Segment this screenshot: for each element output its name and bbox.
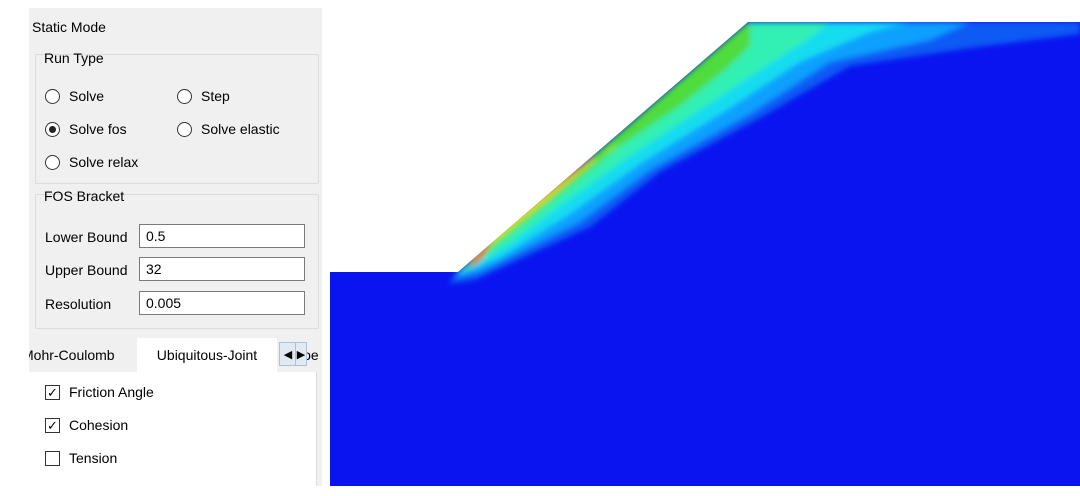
tab-mohr-coulomb-label: Mohr-Coulomb: [29, 347, 115, 363]
checkbox-tension[interactable]: Tension: [45, 450, 117, 466]
fos-bracket-title: FOS Bracket: [44, 188, 125, 204]
checkbox-cohesion[interactable]: ✓ Cohesion: [45, 417, 128, 433]
radio-step-label: Step: [201, 88, 230, 104]
upper-bound-label: Upper Bound: [45, 262, 128, 278]
model-tab-bar: Mohr-Coulomb Ubiquitous-Joint Hoek ◀ ▶: [29, 338, 322, 372]
friction-angle-label: Friction Angle: [69, 384, 154, 400]
checkmark-icon: ✓: [47, 417, 58, 433]
lower-bound-label: Lower Bound: [45, 229, 128, 245]
radio-solve-fos[interactable]: Solve fos: [45, 121, 127, 137]
radio-solve-indicator: [45, 88, 60, 104]
radio-solve[interactable]: Solve: [45, 88, 104, 104]
radio-solve-relax-label: Solve relax: [69, 154, 139, 170]
radio-solve-relax-indicator: [45, 154, 60, 170]
slope-contour-plot: [330, 22, 1080, 486]
radio-solve-fos-indicator: [45, 121, 60, 137]
cohesion-checkbox-box: ✓: [45, 417, 60, 433]
tension-label: Tension: [69, 450, 118, 466]
tab-ubiquitous-joint-label: Ubiquitous-Joint: [156, 347, 258, 363]
static-mode-panel: Static Mode Run Type Solve Step Solve fo…: [29, 8, 322, 486]
radio-solve-fos-label: Solve fos: [69, 121, 127, 137]
panel-title: Static Mode: [32, 19, 106, 35]
cohesion-label: Cohesion: [69, 417, 129, 433]
friction-angle-checkbox-box: ✓: [45, 384, 60, 400]
arrow-right-icon: ▶: [296, 348, 306, 361]
run-type-group: Run Type Solve Step Solve fos Solve elas…: [35, 50, 319, 184]
checkbox-friction-angle[interactable]: ✓ Friction Angle: [45, 384, 154, 400]
tension-checkbox-box: [45, 450, 60, 466]
checkmark-icon: ✓: [47, 384, 58, 400]
resolution-label: Resolution: [45, 296, 112, 312]
upper-bound-input[interactable]: [139, 257, 305, 281]
radio-solve-elastic[interactable]: Solve elastic: [177, 121, 280, 137]
arrow-left-icon: ◀: [283, 348, 293, 361]
radio-solve-relax[interactable]: Solve relax: [45, 154, 138, 170]
resolution-input[interactable]: [139, 291, 305, 315]
radio-solve-elastic-label: Solve elastic: [201, 121, 280, 137]
tab-mohr-coulomb[interactable]: Mohr-Coulomb: [29, 338, 133, 372]
tab-ubiquitous-joint[interactable]: Ubiquitous-Joint: [137, 338, 277, 372]
fos-bracket-group: FOS Bracket Lower Bound Upper Bound Reso…: [35, 188, 319, 329]
run-type-title: Run Type: [44, 50, 104, 66]
radio-solve-elastic-indicator: [177, 121, 192, 137]
radio-step-indicator: [177, 88, 192, 104]
tab-scroll-right-button[interactable]: ▶: [295, 342, 307, 366]
lower-bound-input[interactable]: [139, 224, 305, 248]
strength-tab-content: ✓ Friction Angle ✓ Cohesion Tension: [29, 372, 317, 486]
radio-solve-label: Solve: [69, 88, 105, 104]
radio-step[interactable]: Step: [177, 88, 230, 104]
